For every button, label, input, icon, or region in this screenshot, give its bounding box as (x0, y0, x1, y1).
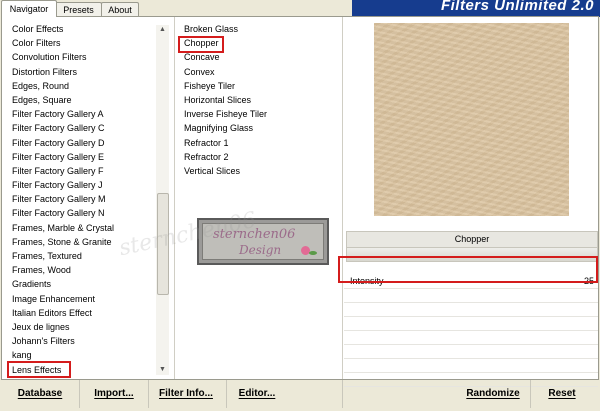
category-item[interactable]: Frames, Textured (12, 249, 162, 263)
filter-item[interactable]: Refractor 1 (184, 136, 334, 150)
database-button[interactable]: Database (10, 382, 70, 406)
button-separator (530, 380, 531, 408)
category-item[interactable]: Filter Factory Gallery A (12, 107, 162, 121)
filter-item[interactable]: Vertical Slices (184, 164, 334, 178)
filter-item[interactable]: Horizontal Slices (184, 93, 334, 107)
category-item[interactable]: Edges, Square (12, 93, 162, 107)
category-item[interactable]: Frames, Marble & Crystal (12, 221, 162, 235)
preview-image (374, 23, 569, 216)
title-banner: Filters Unlimited 2.0 (352, 0, 600, 17)
editor-button[interactable]: Editor... (234, 382, 280, 406)
filter-item[interactable]: Fisheye Tiler (184, 79, 334, 93)
button-separator (226, 380, 227, 408)
category-item[interactable]: Color Effects (12, 22, 162, 36)
parameter-row-empty (344, 359, 598, 373)
column-divider (174, 17, 175, 379)
category-item[interactable]: Filter Factory Gallery E (12, 150, 162, 164)
category-item[interactable]: Frames, Wood (12, 263, 162, 277)
parameter-row-empty (344, 289, 598, 303)
watermark-logo: sternchen06 Design (197, 218, 329, 265)
watermark-line1: sternchen06 (213, 227, 296, 242)
category-item[interactable]: Convolution Filters (12, 50, 162, 64)
scroll-up-icon[interactable]: ▲ (157, 25, 168, 35)
category-item[interactable]: Filter Factory Gallery F (12, 164, 162, 178)
category-item[interactable]: Filter Factory Gallery C (12, 121, 162, 135)
category-item[interactable]: Edges, Round (12, 79, 162, 93)
category-item[interactable]: Filter Factory Gallery J (12, 178, 162, 192)
watermark-line2: Design (239, 243, 282, 257)
category-item[interactable]: Johann's Filters (12, 334, 162, 348)
filter-item[interactable]: Inverse Fisheye Tiler (184, 107, 334, 121)
category-item[interactable]: Italian Editors Effect (12, 306, 162, 320)
category-item[interactable]: Color Filters (12, 36, 162, 50)
parameter-row-empty (344, 317, 598, 331)
scroll-thumb[interactable] (157, 193, 169, 295)
button-separator (342, 380, 343, 408)
highlight-intensity (338, 256, 598, 283)
import-button[interactable]: Import... (88, 382, 140, 406)
navigator-panel: Color Effects Color Filters Convolution … (1, 16, 599, 387)
category-item[interactable]: Jeux de lignes (12, 320, 162, 334)
scroll-down-icon[interactable]: ▼ (157, 365, 168, 375)
tab-navigator[interactable]: Navigator (1, 0, 57, 17)
filter-item[interactable]: Convex (184, 65, 334, 79)
filter-item[interactable]: Magnifying Glass (184, 121, 334, 135)
category-item[interactable]: Image Enhancement (12, 292, 162, 306)
category-item[interactable]: Filter Factory Gallery N (12, 206, 162, 220)
tab-presets[interactable]: Presets (55, 2, 102, 17)
randomize-button[interactable]: Randomize (459, 382, 527, 406)
parameter-row-empty (344, 303, 598, 317)
leaf-icon (309, 251, 317, 255)
parameter-row-empty (344, 345, 598, 359)
tab-about[interactable]: About (101, 2, 139, 17)
parameter-row-empty (344, 331, 598, 345)
category-item[interactable]: Filter Factory Gallery D (12, 136, 162, 150)
filter-info-button[interactable]: Filter Info... (155, 382, 217, 406)
button-separator (148, 380, 149, 408)
highlight-lens-effects (7, 361, 71, 378)
column-divider (342, 17, 343, 379)
category-list: Color Effects Color Filters Convolution … (12, 22, 162, 377)
category-item[interactable]: Filter Factory Gallery M (12, 192, 162, 206)
filter-item[interactable]: Broken Glass (184, 22, 334, 36)
category-item[interactable]: Gradients (12, 277, 162, 291)
category-scrollbar[interactable]: ▲ ▼ (156, 25, 169, 375)
highlight-chopper (178, 36, 224, 53)
category-item[interactable]: Frames, Stone & Granite (12, 235, 162, 249)
category-item[interactable]: Distortion Filters (12, 65, 162, 79)
app-title: Filters Unlimited 2.0 (440, 0, 594, 14)
button-separator (79, 380, 80, 408)
filter-name-label: Chopper (346, 231, 598, 248)
reset-button[interactable]: Reset (540, 382, 584, 406)
parameter-list: Intensity 25 (344, 275, 598, 387)
filter-item[interactable]: Refractor 2 (184, 150, 334, 164)
